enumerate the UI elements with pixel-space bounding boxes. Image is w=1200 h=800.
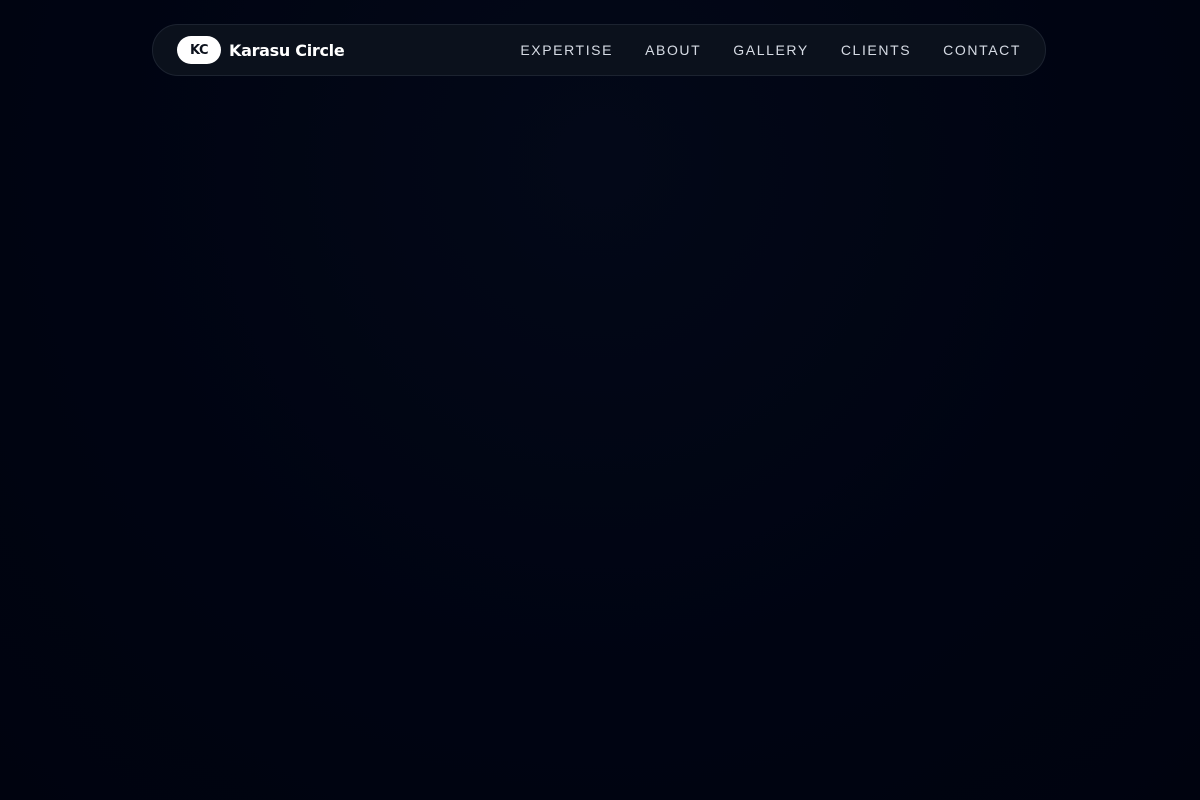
nav-link-expertise[interactable]: EXPERTISE	[520, 42, 613, 58]
brand-logo-link[interactable]: KC Karasu Circle	[177, 36, 345, 64]
nav-link-gallery[interactable]: GALLERY	[733, 42, 809, 58]
brand-badge: KC	[177, 36, 221, 64]
nav-links: EXPERTISE ABOUT GALLERY CLIENTS CONTACT	[520, 42, 1021, 58]
page: KC Karasu Circle EXPERTISE ABOUT GALLERY…	[0, 0, 1200, 800]
nav-link-clients[interactable]: CLIENTS	[841, 42, 911, 58]
nav-link-contact[interactable]: CONTACT	[943, 42, 1021, 58]
brand-name: Karasu Circle	[229, 40, 345, 60]
nav-link-about[interactable]: ABOUT	[645, 42, 701, 58]
top-navbar: KC Karasu Circle EXPERTISE ABOUT GALLERY…	[152, 24, 1046, 76]
